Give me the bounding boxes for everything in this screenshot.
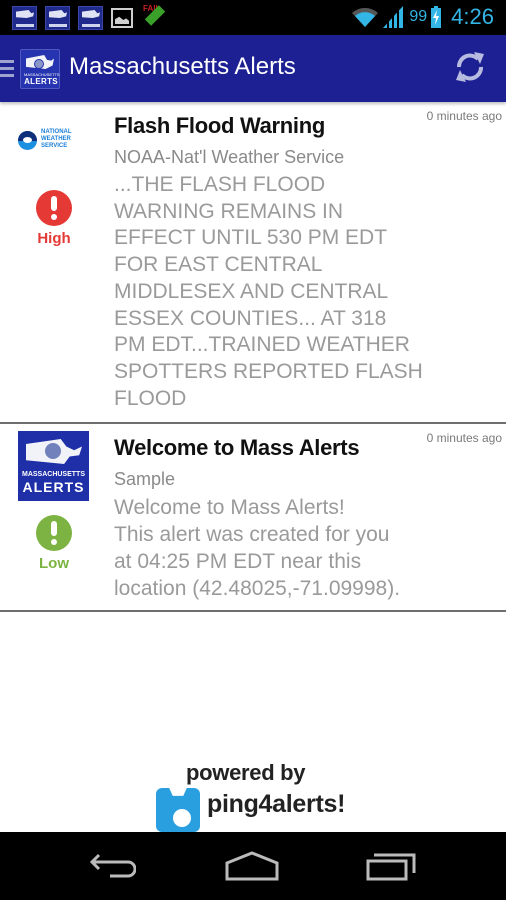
cellular-signal-icon [383, 6, 404, 28]
drawer-menu-icon[interactable] [0, 60, 14, 78]
refresh-icon [453, 50, 487, 89]
priority-indicator: High [28, 190, 80, 247]
recent-apps-button[interactable] [362, 850, 422, 886]
alert-list: NATIONAL WEATHER SERVICE High 0 minutes … [0, 102, 506, 612]
alert-title: Flash Flood Warning [114, 113, 326, 138]
priority-label: Low [39, 555, 69, 572]
ping4alerts-brand: ping4alerts! [207, 790, 346, 818]
back-button[interactable] [82, 850, 142, 886]
app-title: Massachusetts Alerts [69, 53, 296, 80]
alert-item[interactable]: MASSACHUSETTS ALERTS Low 0 minutes ago W… [0, 424, 506, 612]
recent-apps-icon [366, 851, 418, 886]
alert-time: 0 minutes ago [426, 109, 502, 123]
powered-by-label: powered by [186, 760, 306, 785]
clock: 4:26 [451, 4, 494, 29]
mass-alerts-notification-icon [12, 6, 37, 30]
logo-line1: MASSACHUSETTS [21, 471, 85, 478]
alert-title: Welcome to Mass Alerts [114, 435, 360, 460]
home-icon [225, 850, 279, 886]
massachusetts-alerts-logo: MASSACHUSETTS ALERTS [18, 431, 89, 501]
battery-percent: 99 [409, 8, 428, 25]
exclamation-icon [36, 515, 72, 551]
powered-by-footer[interactable]: powered by ping4alerts! [0, 760, 506, 832]
exclamation-icon [36, 190, 72, 226]
nws-logo-text: NATIONAL WEATHER SERVICE [41, 129, 72, 149]
gallery-notification-icon [111, 8, 133, 28]
alert-body: ...THE FLASH FLOOD WARNING REMAINS IN EF… [114, 173, 423, 410]
ping4alerts-logo-icon [156, 788, 200, 832]
app-logo-line2: ALERTS [24, 77, 58, 86]
notification-icons: FAIL [12, 4, 167, 31]
status-bar: FAIL 99 4:26 [0, 0, 506, 35]
alert-source: Sample [114, 469, 176, 489]
refresh-button[interactable] [450, 49, 490, 89]
alert-body: Welcome to Mass Alerts! This alert was c… [114, 496, 401, 600]
back-arrow-icon [88, 852, 137, 885]
action-bar: MASSACHUSETTS ALERTS Massachusetts Alert… [0, 35, 506, 102]
battery-charging-icon [431, 6, 442, 28]
mass-alerts-notification-icon [78, 6, 103, 30]
logo-line2: ALERTS [22, 479, 85, 495]
wifi-icon [351, 6, 379, 28]
priority-label: High [37, 230, 71, 247]
mass-alerts-notification-icon [45, 6, 70, 30]
navigation-bar [0, 832, 506, 900]
priority-indicator: Low [28, 515, 80, 572]
app-logo[interactable]: MASSACHUSETTS ALERTS [20, 49, 60, 89]
upload-failed-notification-icon: FAIL [141, 4, 167, 31]
alert-item[interactable]: NATIONAL WEATHER SERVICE High 0 minutes … [0, 102, 506, 424]
system-status: 99 4:26 [351, 4, 494, 30]
alert-source: NOAA-Nat'l Weather Service [114, 147, 345, 167]
home-button[interactable] [222, 850, 282, 886]
alert-time: 0 minutes ago [426, 431, 502, 445]
national-weather-service-logo: NATIONAL WEATHER SERVICE [18, 129, 78, 153]
